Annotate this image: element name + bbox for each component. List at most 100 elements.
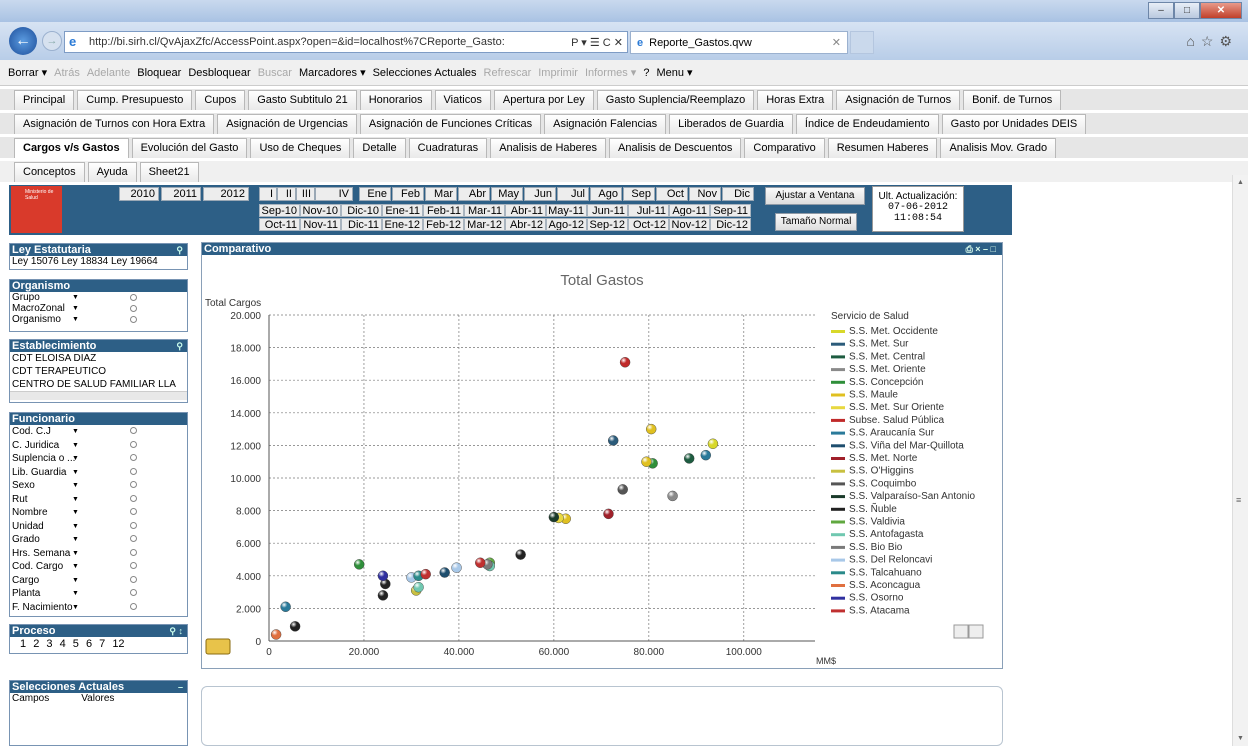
tab-conceptos[interactable]: Conceptos <box>14 162 85 182</box>
scatter-point[interactable] <box>619 357 631 368</box>
scroll-down-icon[interactable]: ▼ <box>1237 735 1244 742</box>
tab-asignacion-falencias[interactable]: Asignación Falencias <box>544 114 667 134</box>
tab-ayuda[interactable]: Ayuda <box>87 162 137 182</box>
scatter-point[interactable] <box>603 508 614 520</box>
toolbar-adelante[interactable]: Adelante <box>87 67 130 79</box>
radio-icon[interactable] <box>130 427 137 434</box>
scatter-point[interactable] <box>700 449 711 461</box>
month-feb[interactable]: Feb <box>392 187 424 201</box>
funcionario-row[interactable]: Hrs. Semana ▼ <box>10 547 187 561</box>
proceso-value-3[interactable]: 3 <box>46 638 52 650</box>
funcionario-row[interactable]: Grado ▼ <box>10 533 187 547</box>
scatter-point[interactable] <box>354 559 365 570</box>
address-url[interactable]: http://bi.sirh.cl/QvAjaxZfc/AccessPoint.… <box>89 36 567 48</box>
dropdown-arrow-icon[interactable]: ▼ <box>72 533 79 547</box>
ym-oct-11[interactable]: Oct-11 <box>259 218 300 231</box>
scatter-point[interactable] <box>280 601 291 612</box>
funcionario-row[interactable]: Suplencia o ... ▼ <box>10 452 187 466</box>
scatter-point[interactable] <box>413 582 424 593</box>
tab-principal[interactable]: Principal <box>14 90 75 110</box>
radio-icon[interactable] <box>130 316 137 323</box>
radio-icon[interactable] <box>130 521 137 529</box>
scatter-point[interactable] <box>475 557 486 568</box>
month-may[interactable]: May <box>491 187 523 201</box>
organismo-row[interactable]: Grupo ▼ <box>10 292 187 303</box>
search-icon[interactable]: ⚲ <box>176 340 183 352</box>
toolbar-help[interactable]: ? <box>643 67 649 79</box>
tab-honorarios[interactable]: Honorarios <box>359 90 432 110</box>
quarter-4[interactable]: IV <box>315 187 353 201</box>
ym-jun-11[interactable]: Jun-11 <box>587 204 628 217</box>
year-2011[interactable]: 2011 <box>161 187 201 201</box>
dropdown-arrow-icon[interactable]: ▼ <box>72 601 79 615</box>
tab-sheet21[interactable]: Sheet21 <box>139 162 199 182</box>
ley-15076[interactable]: Ley 15076 <box>12 256 59 267</box>
dropdown-arrow-icon[interactable]: ▼ <box>72 452 79 466</box>
ym-sep-11[interactable]: Sep-11 <box>710 204 751 217</box>
radio-icon[interactable] <box>130 494 137 502</box>
ym-nov-12[interactable]: Nov-12 <box>669 218 710 231</box>
funcionario-row[interactable]: Cargo ▼ <box>10 574 187 588</box>
radio-icon[interactable] <box>130 602 137 610</box>
scatter-point[interactable] <box>617 484 628 495</box>
toolbar-buscar[interactable]: Buscar <box>258 67 292 79</box>
back-arrow-icon[interactable]: ← <box>9 27 37 55</box>
address-bar[interactable]: e http://bi.sirh.cl/QvAjaxZfc/AccessPoin… <box>64 31 628 53</box>
dropdown-arrow-icon[interactable]: ▼ <box>72 587 79 601</box>
proceso-value-12[interactable]: 12 <box>112 638 124 650</box>
dropdown-arrow-icon[interactable]: ▼ <box>72 479 79 493</box>
ym-ago-12[interactable]: Ago-12 <box>546 218 587 231</box>
radio-icon[interactable] <box>130 562 137 569</box>
funcionario-row[interactable]: Lib. Guardia ▼ <box>10 466 187 480</box>
funcionario-row[interactable]: F. Nacimiento ▼ <box>10 601 187 615</box>
dropdown-arrow-icon[interactable]: ▼ <box>72 425 79 439</box>
proceso-value-5[interactable]: 5 <box>73 638 79 650</box>
ym-sep-10[interactable]: Sep-10 <box>259 204 300 217</box>
legend-scroll-down-icon[interactable] <box>968 624 984 639</box>
tab-asignacion-funciones-criticas[interactable]: Asignación de Funciones Críticas <box>359 114 542 134</box>
scatter-point[interactable] <box>377 590 389 601</box>
list-item[interactable]: CDT TERAPEUTICO <box>10 365 187 378</box>
ym-mar-11[interactable]: Mar-11 <box>464 204 505 217</box>
maximize-icon[interactable]: □ <box>1174 2 1200 19</box>
funcionario-row[interactable]: Unidad ▼ <box>10 520 187 534</box>
toolbar-desbloquear[interactable]: Desbloquear <box>188 67 250 79</box>
toolbar-atras[interactable]: Atrás <box>54 67 80 79</box>
toolbar-menu[interactable]: Menu ▾ <box>656 66 692 79</box>
tab-asignacion-turnos-hora-extra[interactable]: Asignación de Turnos con Hora Extra <box>14 114 215 134</box>
ley-18834[interactable]: Ley 18834 <box>62 256 109 267</box>
scatter-point[interactable] <box>451 562 462 573</box>
tab-detalle[interactable]: Detalle <box>353 138 406 158</box>
proceso-value-7[interactable]: 7 <box>99 638 105 650</box>
radio-icon[interactable] <box>130 467 137 475</box>
tab-gasto-subtitulo-21[interactable]: Gasto Subtitulo 21 <box>248 90 357 110</box>
funcionario-row[interactable]: Cod. C.J ▼ <box>10 425 187 439</box>
minimize-icon[interactable]: – <box>178 681 183 693</box>
tab-viaticos[interactable]: Viaticos <box>434 90 491 110</box>
radio-icon[interactable] <box>130 305 137 312</box>
tab-comparativo[interactable]: Comparativo <box>744 138 825 158</box>
tab-evolucion-gasto[interactable]: Evolución del Gasto <box>131 138 248 158</box>
ym-abr-12[interactable]: Abr-12 <box>505 218 546 231</box>
scatter-point[interactable] <box>420 568 431 580</box>
tamano-normal-button[interactable]: Tamaño Normal <box>775 213 857 231</box>
ym-mar-12[interactable]: Mar-12 <box>464 218 505 231</box>
year-2012[interactable]: 2012 <box>203 187 249 201</box>
radio-icon[interactable] <box>130 294 137 301</box>
toolbar-imprimir[interactable]: Imprimir <box>538 67 578 79</box>
ym-ene-12[interactable]: Ene-12 <box>382 218 423 231</box>
toolbar-marcadores[interactable]: Marcadores ▾ <box>299 66 366 79</box>
tab-indice-endeudamiento[interactable]: Índice de Endeudamiento <box>795 114 939 134</box>
tab-analisis-haberes[interactable]: Analisis de Haberes <box>490 138 607 158</box>
tab-close-icon[interactable]: ✕ <box>832 36 841 49</box>
scatter-point[interactable] <box>289 621 301 632</box>
funcionario-row[interactable]: C. Juridica ▼ <box>10 439 187 453</box>
scatter-point[interactable] <box>641 456 652 467</box>
month-abr[interactable]: Abr <box>458 187 490 201</box>
funcionario-row[interactable]: Sexo ▼ <box>10 479 187 493</box>
horizontal-scrollbar[interactable] <box>10 391 187 400</box>
toolbar-bloquear[interactable]: Bloquear <box>137 67 181 79</box>
toolbar-informes[interactable]: Informes ▾ <box>585 66 636 79</box>
quarter-2[interactable]: II <box>277 187 296 201</box>
tab-gasto-suplencia[interactable]: Gasto Suplencia/Reemplazo <box>596 90 755 110</box>
